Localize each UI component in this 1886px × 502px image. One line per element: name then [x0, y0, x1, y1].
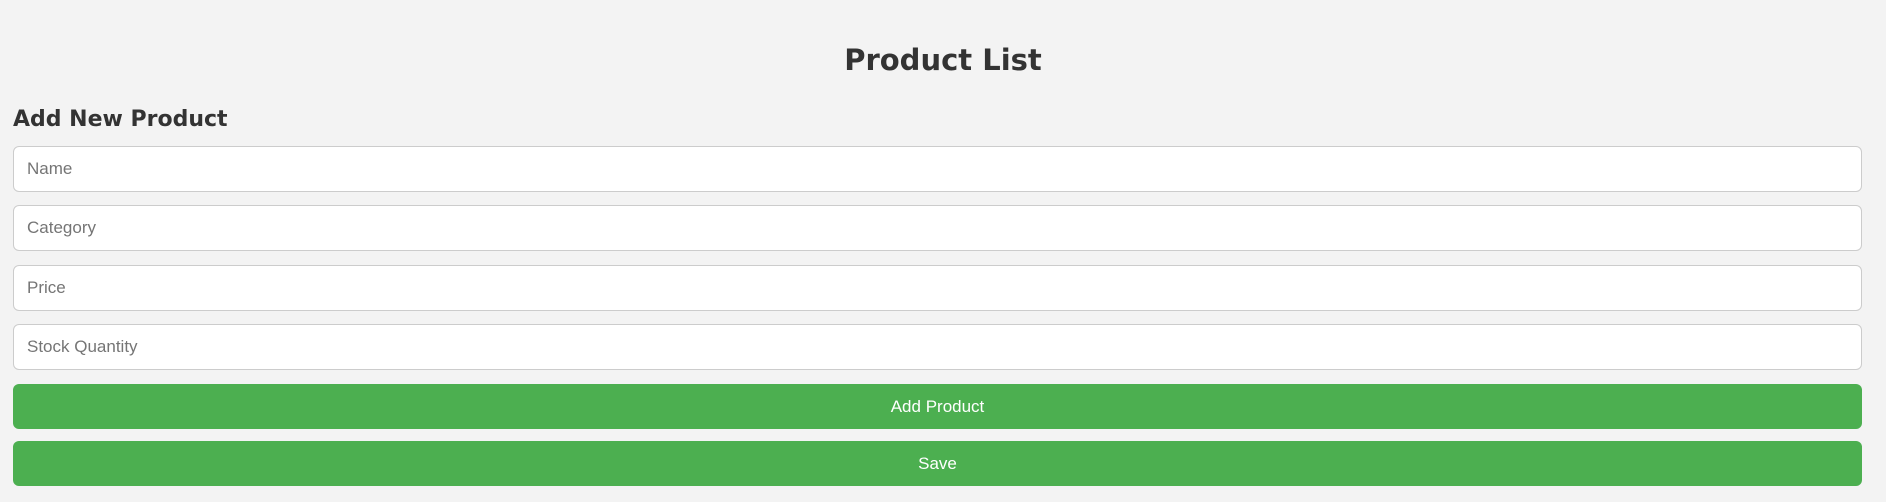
name-input[interactable]: [13, 146, 1862, 192]
price-input[interactable]: [13, 265, 1862, 311]
add-product-heading: Add New Product: [13, 107, 228, 132]
page-title: Product List: [844, 43, 1042, 77]
add-product-button[interactable]: Add Product: [13, 384, 1862, 429]
category-input[interactable]: [13, 205, 1862, 251]
stock-quantity-input[interactable]: [13, 324, 1862, 370]
save-button[interactable]: Save: [13, 441, 1862, 486]
